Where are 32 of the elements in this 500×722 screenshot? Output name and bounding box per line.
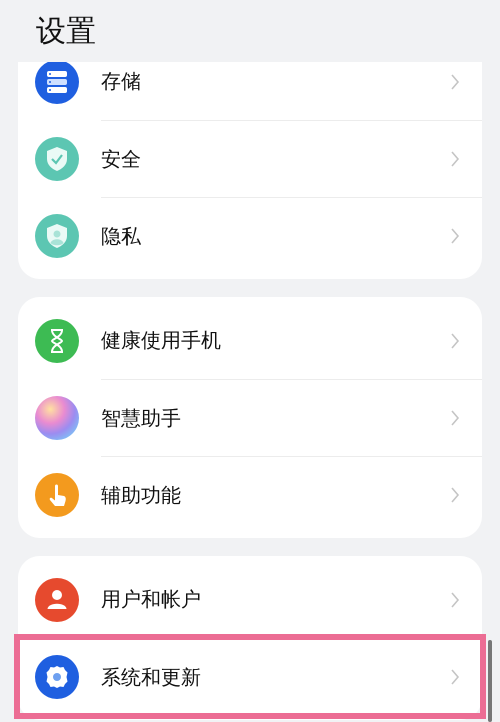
shield-check-icon	[35, 136, 79, 180]
chevron-icon	[450, 72, 460, 90]
item-label: 智慧助手	[101, 404, 182, 432]
page-title: 设置	[36, 12, 96, 50]
chevron-icon	[450, 332, 460, 350]
item-label: 系统和更新	[101, 664, 202, 690]
hourglass-icon	[35, 318, 79, 362]
settings-item[interactable]: 辅助功能	[18, 456, 482, 533]
shield-person-icon	[35, 214, 79, 258]
settings-item[interactable]: 智慧助手	[18, 379, 482, 456]
chevron-icon	[450, 150, 460, 168]
settings-item[interactable]: 安全	[18, 120, 482, 197]
settings-item[interactable]: 隐私	[18, 197, 482, 274]
item-label: 辅助功能	[101, 482, 182, 508]
chevron-icon	[450, 590, 460, 608]
person-icon	[35, 578, 79, 622]
item-label: 用户和帐户	[101, 586, 202, 613]
item-label: 健康使用手机	[101, 327, 222, 354]
settings-item[interactable]: 存储	[18, 62, 482, 120]
chevron-icon	[450, 409, 460, 427]
settings-item[interactable]: 系统和更新	[18, 638, 482, 715]
hand-icon	[35, 472, 79, 516]
item-label: 隐私	[101, 222, 142, 250]
settings-item[interactable]: 健康使用手机	[18, 302, 482, 379]
item-label: 安全	[101, 146, 142, 172]
chevron-icon	[450, 227, 460, 245]
settings-item[interactable]: 用户和帐户	[18, 561, 482, 638]
sphere-icon	[35, 396, 79, 440]
gear-icon	[35, 654, 79, 698]
chevron-icon	[450, 486, 460, 504]
item-label: 存储	[101, 68, 142, 95]
chevron-icon	[450, 668, 460, 686]
